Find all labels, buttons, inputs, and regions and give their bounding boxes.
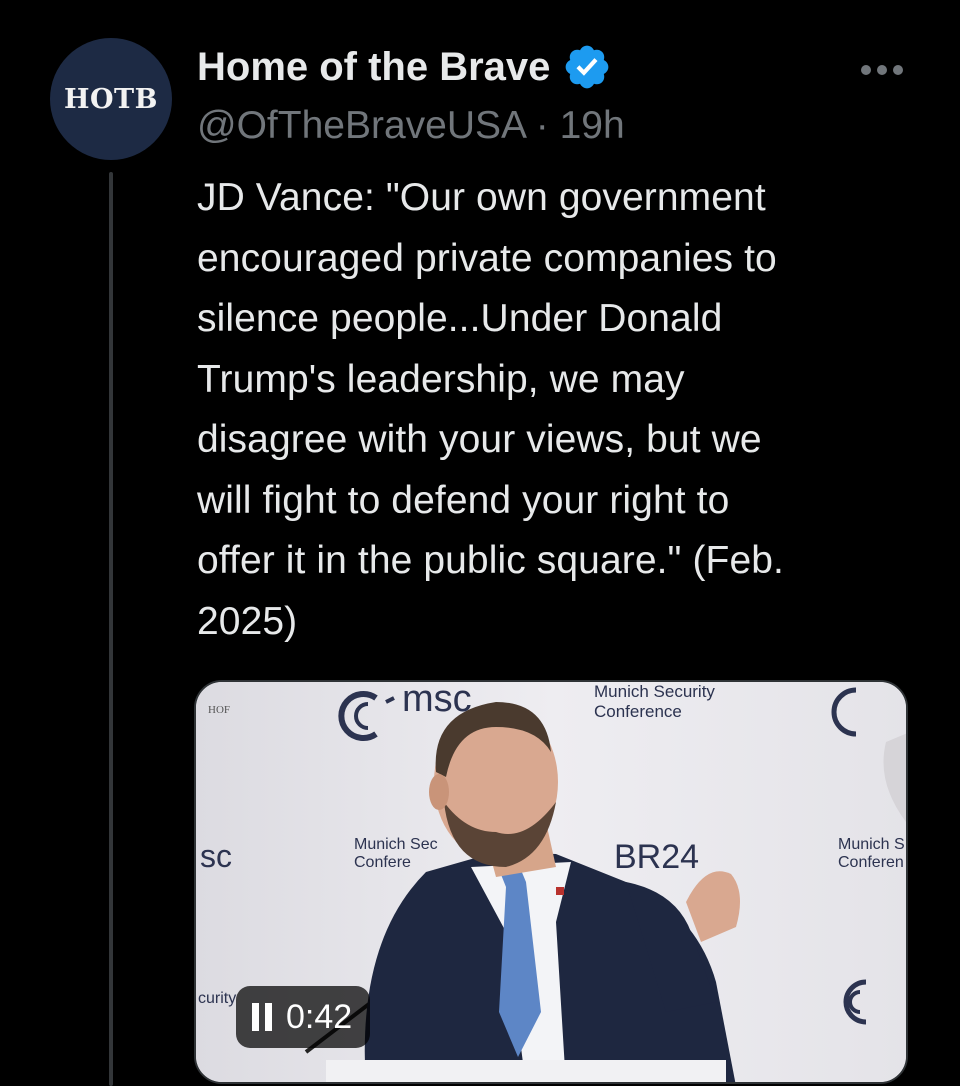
video-right-munich-text: Munich S (838, 836, 905, 853)
video-confere-text: Confere (354, 854, 411, 871)
video-player[interactable]: HOF msc Munich Security Conference sc Mu… (194, 680, 908, 1084)
more-options-button[interactable] (852, 50, 912, 90)
video-timer-badge[interactable]: 0:42 (236, 986, 371, 1048)
tweet-text: JD Vance: "Our own government encouraged… (197, 176, 784, 643)
avatar[interactable]: HOTB (50, 38, 172, 160)
video-hop-text: HOF (208, 704, 231, 716)
more-dot-icon (877, 65, 887, 75)
more-dot-icon (861, 65, 871, 75)
more-dot-icon (893, 65, 903, 75)
author-handle[interactable]: @OfTheBraveUSA (197, 104, 525, 147)
author-handle-row: @OfTheBraveUSA · 19h (197, 104, 625, 148)
timestamp[interactable]: 19h (560, 104, 625, 147)
tweet-view: HOTB Home of the Brave @OfTheBraveUSA · … (0, 0, 960, 1086)
author-name-row: Home of the Brave (197, 42, 612, 92)
separator-dot: · (535, 104, 549, 147)
video-time-label: 0:42 (286, 997, 353, 1036)
video-right-conference-text: Conferen (838, 854, 904, 871)
video-msc-logo-text: msc (402, 680, 472, 720)
video-munich-sec-text: Munich Sec (354, 836, 438, 853)
verified-badge-icon[interactable] (562, 42, 612, 92)
pause-icon[interactable] (252, 1003, 272, 1031)
avatar-label: HOTB (64, 83, 158, 115)
video-sc-text: sc (200, 838, 232, 874)
video-munich-security-text: Munich Security (594, 682, 715, 701)
author-display-name[interactable]: Home of the Brave (197, 45, 550, 90)
video-conference-text: Conference (594, 702, 682, 721)
thread-line (109, 172, 113, 1086)
video-curity-text: curity (198, 990, 237, 1007)
video-br24-text: BR24 (614, 838, 700, 876)
